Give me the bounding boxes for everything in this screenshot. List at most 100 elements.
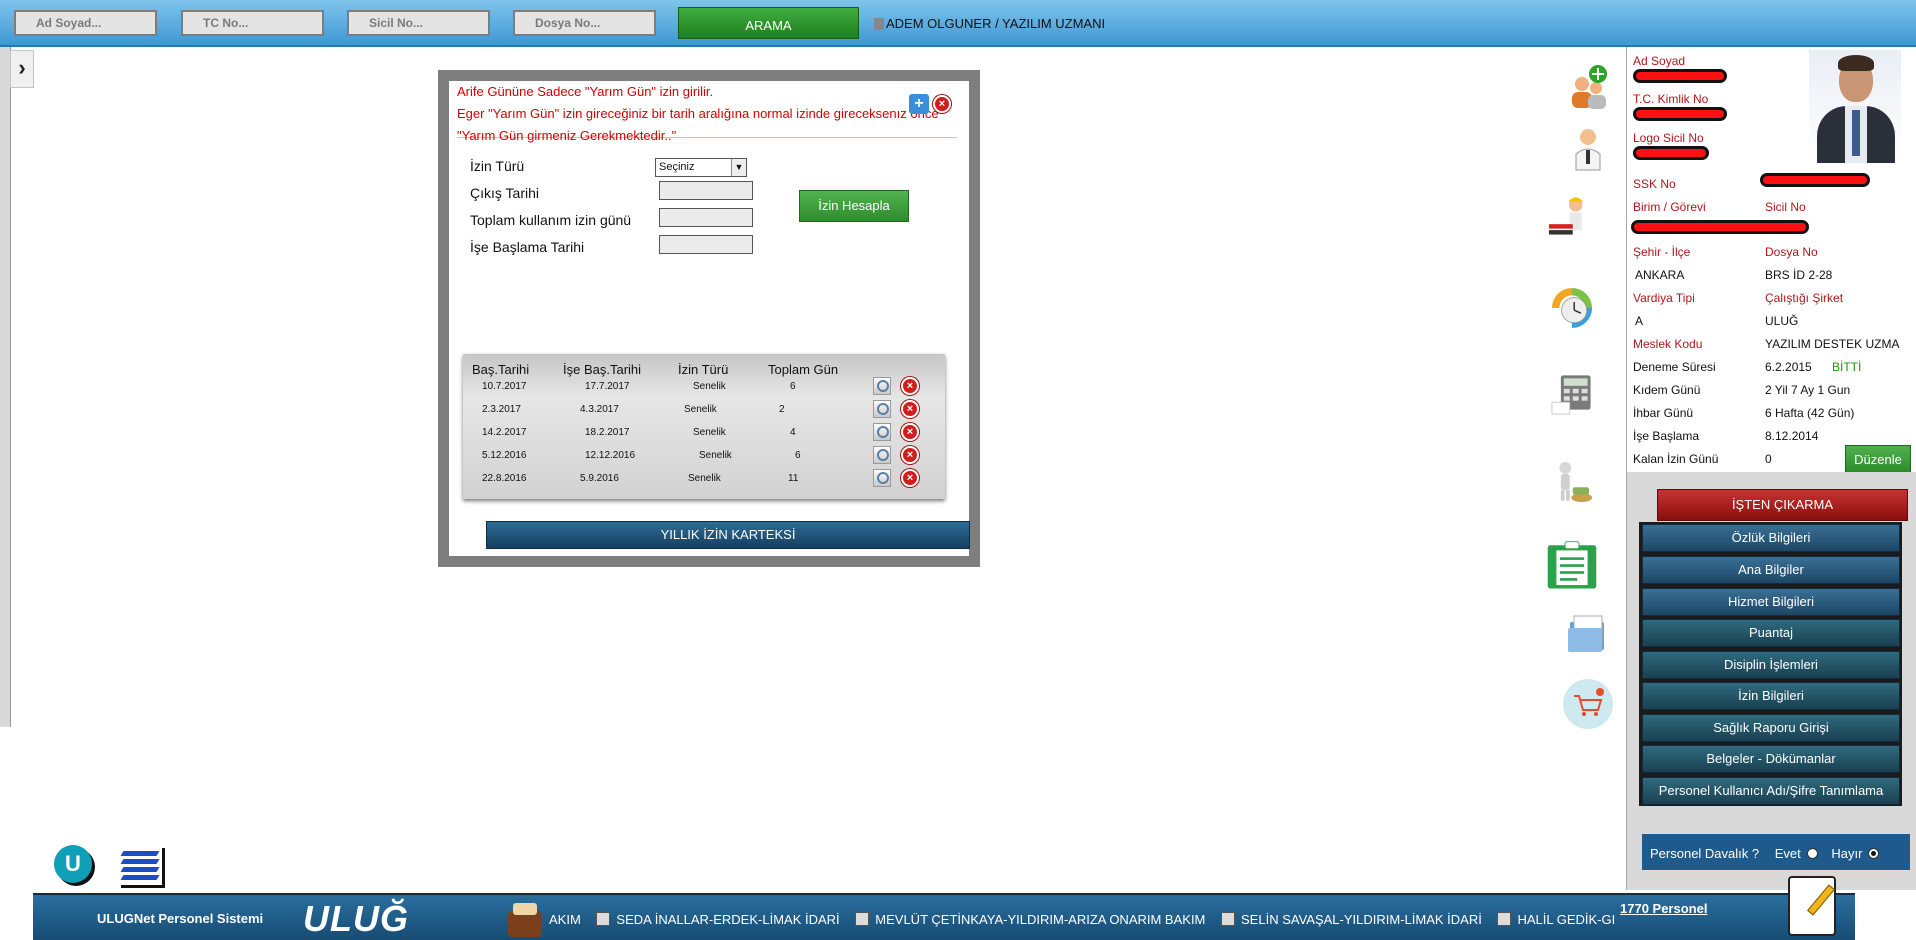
sirket-label: Çalıştığı Şirket: [1765, 291, 1844, 305]
top-bar: Ad Soyad... TC No... Sicil No... Dosya N…: [0, 0, 1916, 47]
edit-button[interactable]: Düzenle: [1845, 445, 1911, 475]
doctor-icon[interactable]: [1562, 122, 1614, 174]
total-days-input[interactable]: [659, 208, 753, 227]
cell-start: 5.12.2016: [482, 450, 527, 461]
construction-worker-icon[interactable]: [1546, 190, 1598, 242]
table-row: 5.12.2016 12.12.2016 Senelik 6 ×: [463, 446, 945, 469]
col-header-start: Baş.Tarihi: [472, 362, 530, 377]
table-row: 14.2.2017 18.2.2017 Senelik 4 ×: [463, 423, 945, 446]
close-icon[interactable]: ×: [933, 95, 951, 113]
cell-type: Senelik: [699, 450, 732, 461]
deneme-status: BİTTİ: [1832, 360, 1862, 374]
employee-photo: [1809, 50, 1901, 163]
leave-type-select[interactable]: Seçiniz ▼: [655, 158, 747, 177]
person-with-money-icon[interactable]: [1546, 456, 1598, 508]
menu-item-hizmet[interactable]: Hizmet Bilgileri: [1642, 588, 1900, 616]
kidem-label: Kıdem Günü: [1633, 383, 1701, 397]
chevron-down-icon: ▼: [731, 159, 746, 176]
col-header-return: İşe Baş.Tarihi: [563, 362, 642, 377]
menu-item-kullanici[interactable]: Personel Kullanıcı Adı/Şifre Tanımlama: [1642, 777, 1900, 805]
ticker-item: HALİL GEDİK-GI: [1517, 912, 1616, 927]
delete-icon[interactable]: ×: [901, 377, 919, 395]
name-search-input[interactable]: Ad Soyad...: [14, 10, 157, 36]
table-row: 2.3.2017 4.3.2017 Senelik 2 ×: [463, 400, 945, 423]
dosya-value: BRS İD 2-28: [1765, 268, 1833, 282]
tc-search-input[interactable]: TC No...: [181, 10, 324, 36]
redacted-ssk: [1760, 173, 1870, 187]
exit-icon: [1497, 912, 1512, 926]
ticker-item: MEVLÜT ÇETİNKAYA-YILDIRIM-ARIZA ONARIM B…: [875, 912, 1206, 927]
kalan-izin-value: 0: [1765, 452, 1772, 466]
company-logo[interactable]: [118, 845, 162, 885]
dismiss-employee-button[interactable]: İŞTEN ÇIKARMA: [1657, 489, 1908, 521]
dosya-label: Dosya No: [1765, 245, 1818, 259]
delete-icon[interactable]: ×: [901, 400, 919, 418]
ticker-item: AKIM: [549, 912, 581, 927]
cell-return: 12.12.2016: [585, 450, 636, 461]
exit-date-input[interactable]: [659, 181, 753, 200]
cell-type: Senelik: [688, 473, 721, 484]
view-icon[interactable]: [873, 446, 891, 464]
menu-item-ozluk[interactable]: Özlük Bilgileri: [1642, 524, 1900, 552]
return-date-input[interactable]: [659, 235, 753, 254]
warning-line-1: Arife Gününe Sadece "Yarım Gün" izin gir…: [457, 84, 714, 99]
view-icon[interactable]: [873, 400, 891, 418]
redacted-tc: [1633, 107, 1727, 121]
deneme-label: Deneme Süresi: [1633, 360, 1716, 374]
handshake-icon: [1221, 912, 1236, 926]
employee-profile: Ad Soyad T.C. Kimlik No Logo Sicil No SS…: [1626, 47, 1916, 472]
menu-item-belgeler[interactable]: Belgeler - Dökümanlar: [1642, 745, 1900, 773]
folder-icon[interactable]: [1562, 608, 1614, 660]
ise-baslama-value: 8.12.2014: [1765, 429, 1819, 443]
pen-icon: [874, 18, 884, 30]
menu-item-disiplin[interactable]: Disiplin İşlemleri: [1642, 651, 1900, 679]
search-button[interactable]: ARAMA: [678, 7, 859, 39]
clock-icon[interactable]: [1546, 282, 1598, 334]
meslek-label: Meslek Kodu: [1633, 337, 1703, 351]
clipboard-icon[interactable]: [1546, 540, 1598, 592]
cart-icon[interactable]: [1562, 678, 1614, 730]
system-name: ULUGNet Personel Sistemi: [97, 911, 264, 926]
cell-return: 17.7.2017: [585, 381, 630, 392]
ulug-u-logo[interactable]: U: [54, 845, 92, 883]
add-user-icon[interactable]: [1562, 62, 1614, 114]
warning-line-2: Eger "Yarım Gün" izin gireceğiniz bir ta…: [457, 106, 939, 121]
no-radio[interactable]: [1868, 848, 1880, 859]
cell-days: 2: [779, 404, 785, 415]
calculate-leave-button[interactable]: İzin Hesapla: [799, 190, 909, 222]
add-icon[interactable]: +: [909, 94, 929, 114]
delete-icon[interactable]: ×: [901, 469, 919, 487]
cell-type: Senelik: [693, 381, 726, 392]
menu-item-puantaj[interactable]: Puantaj: [1642, 619, 1900, 647]
cell-type: Senelik: [684, 404, 717, 415]
notepad-icon[interactable]: [1788, 876, 1836, 936]
calculator-icon[interactable]: [1546, 368, 1598, 420]
delete-icon[interactable]: ×: [901, 423, 919, 441]
left-panel-strip: [0, 47, 11, 727]
cell-return: 18.2.2017: [585, 427, 630, 438]
tc-label: T.C. Kimlik No: [1633, 92, 1709, 106]
menu-item-saglik[interactable]: Sağlık Raporu Girişi: [1642, 714, 1900, 742]
cell-days: 6: [790, 381, 796, 392]
table-row: 10.7.2017 17.7.2017 Senelik 6 ×: [463, 377, 945, 400]
sicil-search-input[interactable]: Sicil No...: [347, 10, 490, 36]
redacted-birim: [1631, 220, 1809, 234]
ticker-item: SELİN SAVAŞAL-YILDIRIM-LİMAK İDARİ: [1241, 912, 1482, 927]
lawsuit-label: Personel Davalık ?: [1650, 846, 1760, 861]
col-header-days: Toplam Gün: [768, 362, 839, 377]
dosya-search-input[interactable]: Dosya No...: [513, 10, 656, 36]
annual-leave-card-button[interactable]: YILLIK İZİN KARTEKSİ: [486, 521, 970, 549]
view-icon[interactable]: [873, 377, 891, 395]
kidem-value: 2 Yil 7 Ay 1 Gun: [1765, 383, 1851, 397]
menu-item-izin[interactable]: İzin Bilgileri: [1642, 682, 1900, 710]
menu-item-ana-bilgiler[interactable]: Ana Bilgiler: [1642, 556, 1900, 584]
expand-sidebar-button[interactable]: ›: [10, 50, 34, 88]
yes-radio[interactable]: [1806, 848, 1818, 859]
ise-baslama-label: İşe Başlama: [1633, 429, 1700, 443]
personnel-count-link[interactable]: 1770 Personel: [1620, 901, 1707, 916]
cell-start: 14.2.2017: [482, 427, 527, 438]
view-icon[interactable]: [873, 423, 891, 441]
view-icon[interactable]: [873, 469, 891, 487]
leave-type-label: İzin Türü: [470, 158, 525, 174]
delete-icon[interactable]: ×: [901, 446, 919, 464]
